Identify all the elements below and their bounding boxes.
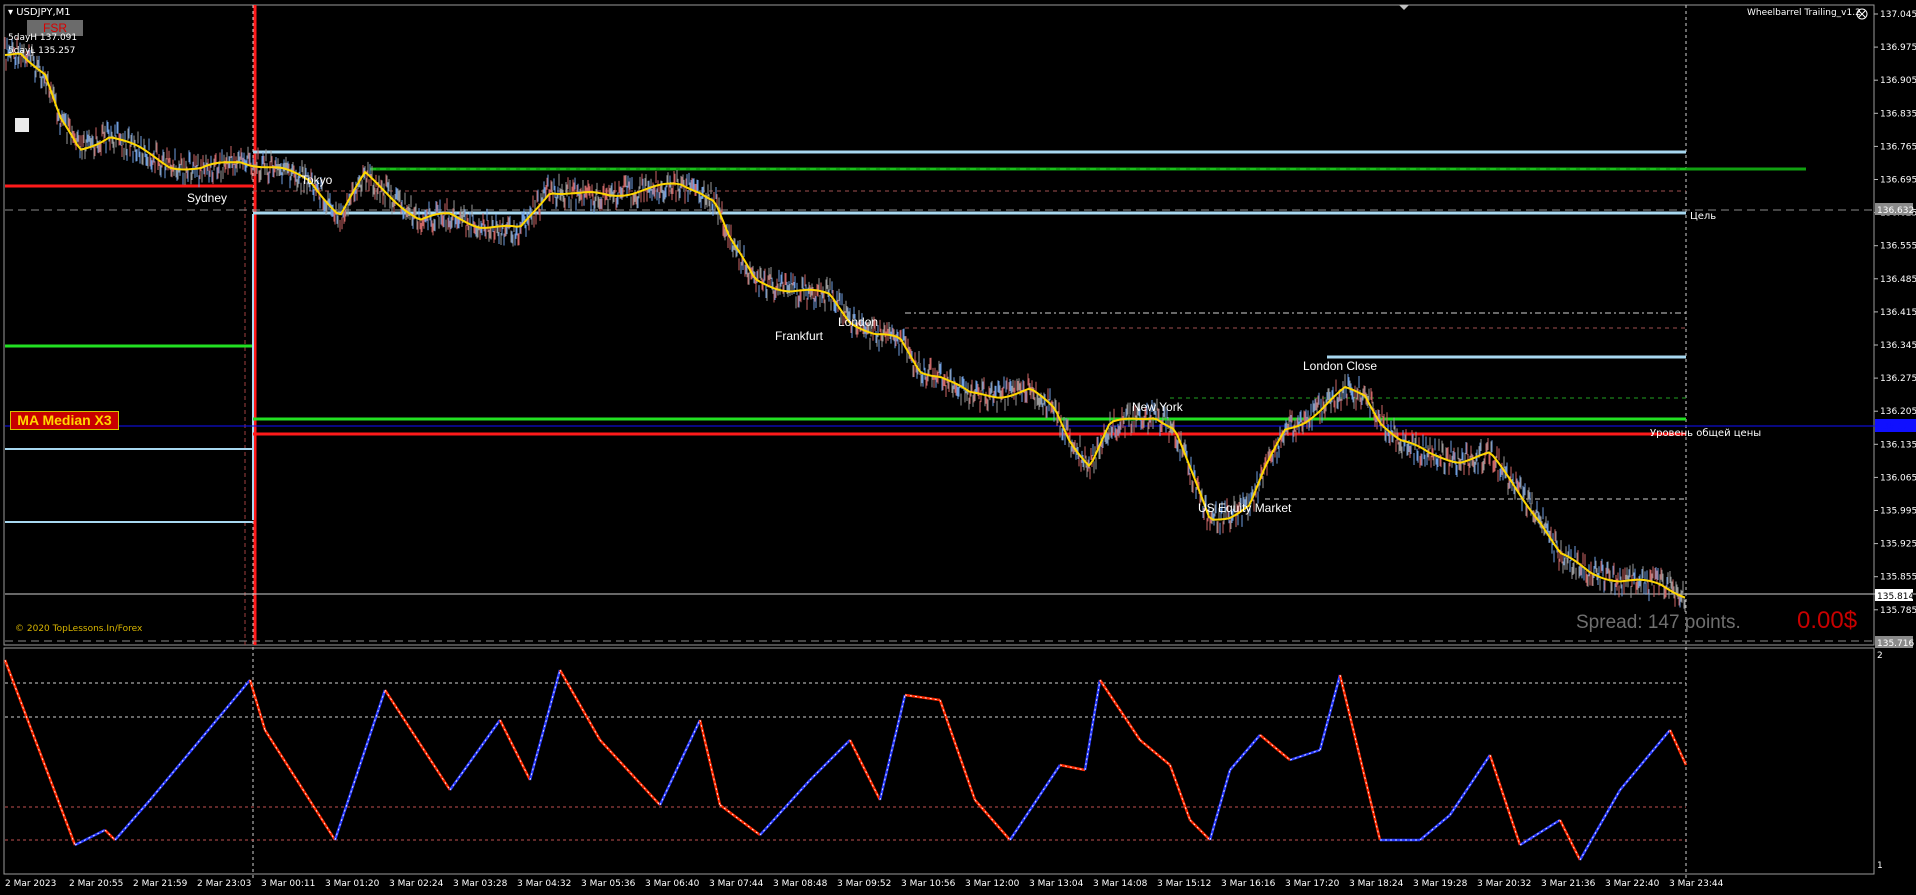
time-axis: 2 Mar 2023 2 Mar 20:55 2 Mar 21:59 2 Mar 23…	[5, 879, 1724, 889]
session-frankfurt: Frankfurt	[775, 329, 824, 343]
time-axis-label: 3 Mar 08:48	[773, 879, 828, 889]
ma-median-label: MA Median X3	[10, 411, 119, 430]
oscillator-segment	[1168, 764, 1192, 821]
spread-text: Spread: 147 points.	[1576, 612, 1741, 633]
price-axis-label: 135.785	[1880, 606, 1916, 616]
session-tokyo: Tokyo	[301, 173, 333, 187]
time-axis-label: 3 Mar 09:52	[837, 879, 891, 889]
time-axis-label: 3 Mar 05:36	[581, 879, 636, 889]
price-tag-blue: 136.177	[1877, 422, 1914, 432]
price-axis-label: 136.135	[1880, 440, 1916, 450]
time-axis-label: 3 Mar 01:20	[325, 879, 380, 889]
price-axis-label: 136.835	[1880, 109, 1916, 119]
oscillator-signal	[1099, 679, 1141, 741]
target-label: Цель	[1690, 211, 1716, 222]
price-axis-label: 136.695	[1880, 176, 1916, 186]
price-axis-label: 136.415	[1880, 308, 1916, 318]
copyright-text: © 2020 TopLessons.In/Forex	[15, 624, 143, 634]
price-axis-label: 136.205	[1880, 407, 1916, 417]
oscillator-line	[3, 659, 1688, 861]
pnl-value: 0.00$	[1797, 607, 1858, 634]
five-day-high: 5dayH 137.091	[8, 33, 78, 43]
main-chart-frame	[3, 4, 1875, 646]
symbol-text: USDJPY,M1	[16, 7, 71, 18]
five-day-low: 5dayL 135.257	[8, 46, 76, 56]
time-axis-label: 3 Mar 12:00	[965, 879, 1020, 889]
price-axis-label: 136.975	[1880, 43, 1916, 53]
session-london-close: London Close	[1303, 359, 1377, 373]
session-us-equity: US Equity Market	[1198, 501, 1292, 515]
symbol-label: ▾ USDJPY,M1	[8, 7, 71, 18]
common-price-label: Уровень общей цены	[1650, 428, 1761, 439]
price-axis: 137.045 136.975 136.905 136.835 136.765 136.6…	[1874, 10, 1916, 616]
time-axis-label: 3 Mar 15:12	[1157, 879, 1211, 889]
price-axis-label: 135.995	[1880, 507, 1916, 517]
price-tag-upper: 136.632	[1877, 206, 1914, 216]
time-axis-label: 2 Mar 20:55	[69, 879, 123, 889]
oscillator-segment	[698, 719, 722, 806]
price-axis-label: 137.045	[1880, 10, 1916, 20]
time-axis-label: 3 Mar 23:44	[1669, 879, 1724, 889]
time-axis-label: 2 Mar 2023	[5, 879, 56, 889]
time-axis-label: 3 Mar 13:04	[1029, 879, 1084, 889]
oscillator-signal	[1449, 754, 1491, 816]
time-axis-label: 2 Mar 21:59	[133, 879, 188, 889]
time-axis-label: 3 Mar 16:16	[1221, 879, 1276, 889]
oscillator-segment	[809, 739, 851, 781]
oscillator-segment	[333, 689, 387, 841]
indicator-name: Wheelbarrel Trailing_v1.2	[1747, 8, 1861, 18]
time-axis-label: 3 Mar 03:28	[453, 879, 508, 889]
chart-canvas[interactable]: Sydney Tokyo Frankfurt London London Clo…	[0, 0, 1916, 895]
session-sydney: Sydney	[187, 191, 227, 205]
time-axis-label: 2 Mar 23:03	[197, 879, 251, 889]
oscillator-signal	[1209, 769, 1231, 841]
osc-axis-min: 1	[1877, 861, 1883, 871]
price-tag-lower: 135.716	[1877, 639, 1914, 649]
shift-marker-icon[interactable]	[1399, 5, 1409, 10]
time-axis-label: 3 Mar 20:32	[1477, 879, 1531, 889]
time-axis-label: 3 Mar 22:40	[1605, 879, 1660, 889]
time-axis-label: 3 Mar 02:24	[389, 879, 444, 889]
oscillator-segment	[1189, 819, 1211, 841]
price-axis-label: 136.485	[1880, 275, 1916, 285]
time-axis-label: 3 Mar 14:08	[1093, 879, 1148, 889]
time-axis-label: 3 Mar 10:56	[901, 879, 956, 889]
time-axis-label: 3 Mar 04:32	[517, 879, 571, 889]
checkbox-square[interactable]	[15, 118, 29, 132]
oscillator-segment	[3, 659, 77, 846]
session-london: London	[838, 315, 878, 329]
time-axis-label: 3 Mar 00:11	[261, 879, 315, 889]
oscillator-segment	[448, 719, 502, 791]
price-axis-label: 136.765	[1880, 142, 1916, 152]
price-axis-label: 136.345	[1880, 341, 1916, 351]
time-axis-label: 3 Mar 19:28	[1413, 879, 1468, 889]
osc-axis-max: 2	[1877, 651, 1883, 661]
oscillator-segment	[149, 679, 251, 801]
price-axis-label: 136.275	[1880, 374, 1916, 384]
session-new-york: New York	[1132, 400, 1184, 414]
time-axis-label: 3 Mar 17:20	[1285, 879, 1340, 889]
price-axis-label: 136.905	[1880, 76, 1916, 86]
price-axis-label: 135.925	[1880, 540, 1916, 550]
oscillator-segment	[104, 829, 116, 841]
time-axis-label: 3 Mar 07:44	[709, 879, 764, 889]
time-axis-label: 3 Mar 21:36	[1541, 879, 1596, 889]
time-axis-label: 3 Mar 06:40	[645, 879, 700, 889]
price-tag-current: 135.814	[1877, 592, 1914, 602]
price-axis-label: 135.855	[1880, 573, 1916, 583]
price-axis-label: 136.065	[1880, 473, 1916, 483]
price-axis-label: 136.555	[1880, 242, 1916, 252]
time-axis-label: 3 Mar 18:24	[1349, 879, 1404, 889]
